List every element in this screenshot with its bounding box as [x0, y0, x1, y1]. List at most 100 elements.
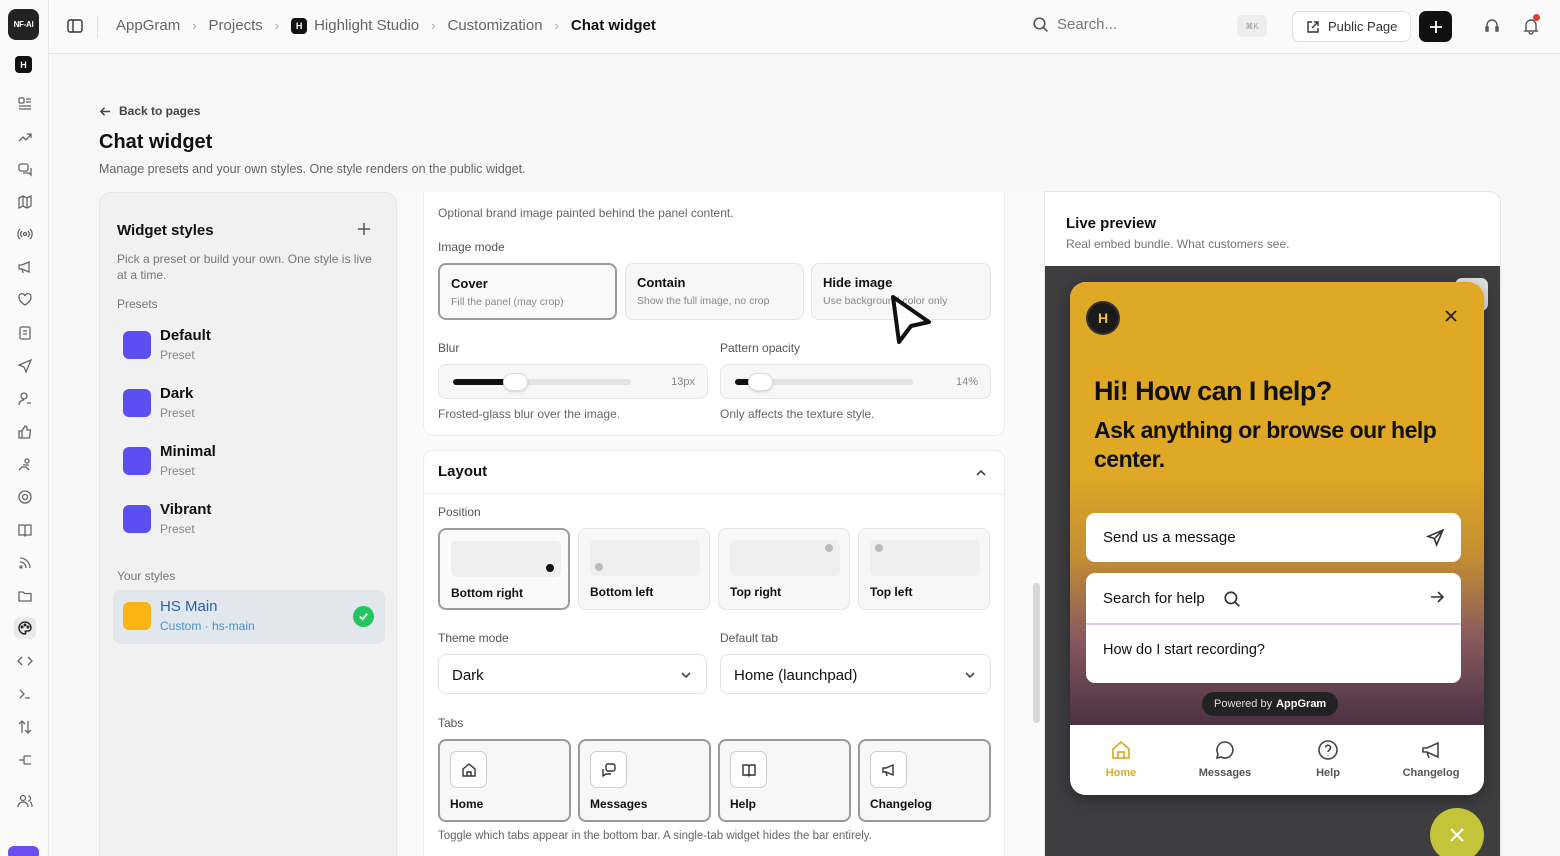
close-icon[interactable]: [1444, 309, 1458, 323]
theme-mode-label: Theme mode: [438, 631, 509, 645]
rail-send-icon[interactable]: [14, 355, 36, 377]
mode-title: Hide image: [823, 275, 893, 290]
crumb-customization[interactable]: Customization: [448, 17, 543, 34]
rail-terminal-icon[interactable]: [14, 683, 36, 705]
rail-heart-icon[interactable]: [14, 289, 36, 311]
crumb-current: Chat widget: [570, 17, 656, 34]
rail-map-icon[interactable]: [14, 191, 36, 213]
rail-user-icon[interactable]: [14, 388, 36, 410]
workspace-badge[interactable]: H: [15, 56, 32, 73]
default-tab-select[interactable]: Home (launchpad): [720, 654, 991, 694]
rail-broadcast-icon[interactable]: [14, 223, 36, 245]
position-top-right[interactable]: Top right: [718, 528, 850, 610]
user-avatar[interactable]: [8, 846, 39, 856]
add-style-icon[interactable]: [356, 221, 372, 237]
search-help-label: Search for help: [1103, 590, 1205, 607]
custom-style-hs-main[interactable]: HS Main Custom · hs-main: [113, 590, 385, 644]
rail-support-icon[interactable]: [14, 486, 36, 508]
rail-dashboard-icon[interactable]: [14, 93, 36, 115]
preset-type: Preset: [160, 464, 195, 478]
search-help-card: Search for help How do I start recording…: [1086, 573, 1461, 683]
org-logo[interactable]: NF-AI: [8, 9, 39, 40]
back-link[interactable]: Back to pages: [99, 104, 200, 118]
preview-stage: H Hi! How can I help? Ask anything or br…: [1045, 266, 1500, 856]
image-mode-cover[interactable]: Cover Fill the panel (may crop): [438, 263, 617, 320]
widget-tab-home[interactable]: Home: [1076, 739, 1166, 779]
rail-thumbs-up-icon[interactable]: [14, 421, 36, 443]
public-page-button[interactable]: Public Page: [1292, 11, 1412, 42]
rail-document-icon[interactable]: [14, 322, 36, 344]
rail-sort-icon[interactable]: [14, 716, 36, 738]
preset-swatch: [123, 505, 151, 533]
pattern-track[interactable]: [735, 373, 913, 391]
position-bottom-right[interactable]: Bottom right: [438, 528, 570, 610]
widget-tab-label: Help: [1316, 767, 1340, 779]
widget-subheading: Ask anything or browse our help center.: [1094, 417, 1437, 472]
tab-toggle-home[interactable]: Home: [438, 739, 571, 822]
position-label-text: Bottom left: [590, 585, 654, 599]
rail-book-icon[interactable]: [14, 519, 36, 541]
pattern-opacity-slider[interactable]: 14%: [720, 364, 991, 399]
create-button[interactable]: [1419, 11, 1452, 42]
page-title: Chat widget: [99, 131, 213, 153]
theme-mode-select[interactable]: Dark: [438, 654, 707, 694]
widget-tab-label: Messages: [1198, 767, 1252, 779]
help-article-link[interactable]: How do I start recording?: [1103, 642, 1265, 658]
rail-messages-icon[interactable]: [14, 158, 36, 180]
rail-megaphone-icon[interactable]: [14, 256, 36, 278]
search-icon: [1223, 590, 1241, 608]
position-top-left[interactable]: Top left: [858, 528, 990, 610]
crumb-appgram[interactable]: AppGram: [116, 17, 180, 34]
position-label-text: Top left: [870, 585, 913, 599]
preset-default[interactable]: Default Preset: [113, 319, 385, 373]
position-label-text: Top right: [730, 585, 782, 599]
rail-code-icon[interactable]: [14, 650, 36, 672]
pattern-handle[interactable]: [747, 373, 773, 391]
rail-folder-icon[interactable]: [14, 585, 36, 607]
book-icon: [730, 751, 767, 788]
sidebar-toggle-icon[interactable]: [66, 17, 84, 35]
image-mode-contain[interactable]: Contain Show the full image, no crop: [625, 263, 804, 320]
position-label-text: Bottom right: [451, 586, 523, 600]
crumb-separator-icon: ›: [554, 18, 559, 33]
widget-styles-description: Pick a preset or build your own. One sty…: [117, 252, 372, 282]
position-preview: [590, 540, 700, 576]
chevron-up-icon[interactable]: [974, 466, 988, 480]
rail-flow-icon[interactable]: [14, 749, 36, 771]
tab-toggle-help[interactable]: Help: [718, 739, 851, 822]
rail-trend-icon[interactable]: [14, 126, 36, 148]
support-chat-icon[interactable]: [1483, 17, 1501, 35]
theme-mode-value: Dark: [452, 667, 484, 684]
tab-toggle-changelog[interactable]: Changelog: [858, 739, 991, 822]
rail-palette-icon[interactable]: [14, 617, 36, 639]
tab-toggle-messages[interactable]: Messages: [578, 739, 711, 822]
widget-tab-changelog[interactable]: Changelog: [1386, 739, 1476, 779]
blur-track[interactable]: [453, 373, 631, 391]
rail-rss-icon[interactable]: [14, 552, 36, 574]
widget-bottom-nav: Home Messages Help Changelog: [1070, 725, 1484, 795]
widget-launcher-button[interactable]: [1430, 808, 1484, 856]
position-bottom-left[interactable]: Bottom left: [578, 528, 710, 610]
preset-vibrant[interactable]: Vibrant Preset: [113, 493, 385, 547]
search-help-row[interactable]: Search for help: [1086, 573, 1461, 625]
default-tab-value: Home (launchpad): [734, 667, 858, 684]
editor-scrollbar[interactable]: [1033, 583, 1040, 723]
home-icon: [1112, 740, 1130, 759]
blur-slider[interactable]: 13px: [438, 364, 708, 399]
arrow-left-icon: [99, 106, 111, 116]
widget-tab-messages[interactable]: Messages: [1180, 739, 1270, 779]
global-search[interactable]: Search...: [1032, 16, 1117, 33]
powered-by-badge[interactable]: Powered by AppGram: [1202, 692, 1339, 716]
widget-tab-help[interactable]: Help: [1283, 739, 1373, 779]
send-message-card[interactable]: Send us a message: [1086, 513, 1461, 562]
rail-team-icon[interactable]: [14, 454, 36, 476]
tabs-label: Tabs: [438, 716, 464, 730]
preset-minimal[interactable]: Minimal Preset: [113, 435, 385, 489]
blur-handle[interactable]: [503, 373, 529, 391]
live-preview-subtitle: Real embed bundle. What customers see.: [1066, 237, 1290, 251]
preset-dark[interactable]: Dark Preset: [113, 377, 385, 431]
crumb-project[interactable]: Highlight Studio: [314, 17, 419, 34]
rail-members-icon[interactable]: [14, 790, 36, 812]
crumb-projects[interactable]: Projects: [209, 17, 263, 34]
layout-title[interactable]: Layout: [438, 463, 487, 480]
